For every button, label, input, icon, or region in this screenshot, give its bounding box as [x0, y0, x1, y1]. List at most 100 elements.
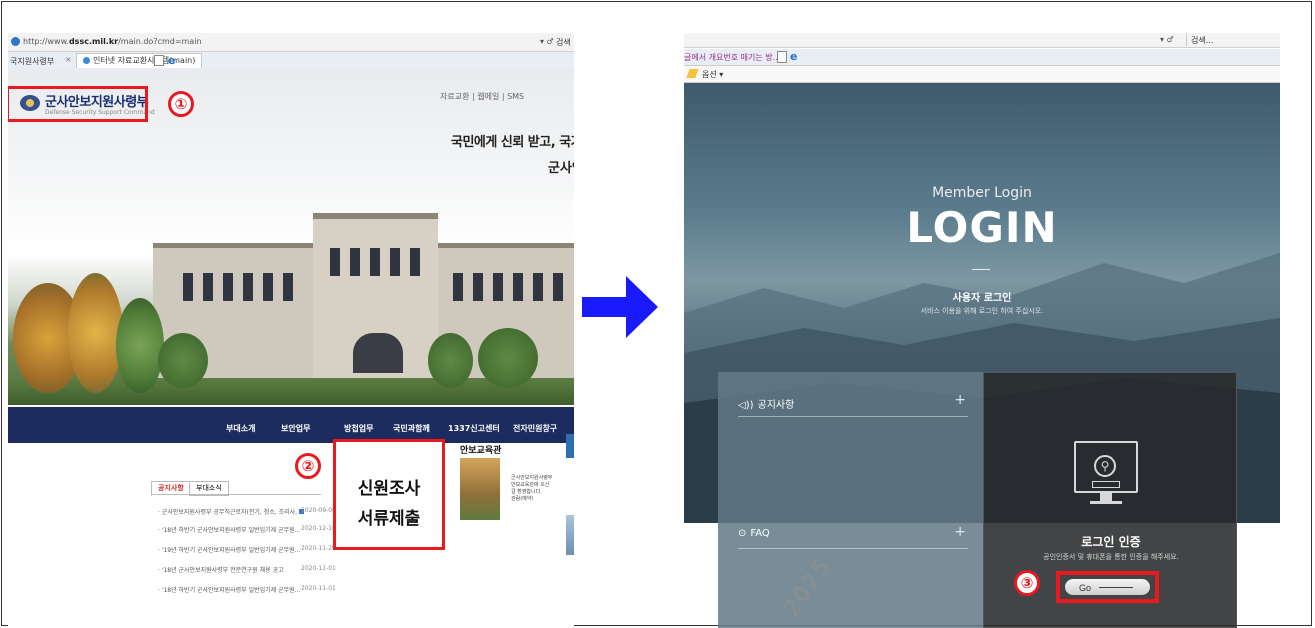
refresh-icon[interactable]: ▾ ♂: [540, 37, 554, 46]
user-login-label: 사용자 로그인: [952, 293, 1012, 304]
nav-item[interactable]: 국민과함께: [393, 423, 430, 434]
marker-3: ③: [1014, 570, 1040, 596]
speaker-icon: ◁)): [738, 400, 754, 411]
edu-center-title[interactable]: 안보교육관: [460, 443, 501, 456]
address-bar[interactable]: http://www.dssc.mil.kr/main.do?cmd=main …: [8, 33, 574, 52]
tab-previous[interactable]: 글에서 개요번호 매기는 방...: [684, 52, 780, 63]
marker-1: ①: [168, 91, 194, 117]
search-box[interactable]: 검색...: [1191, 35, 1213, 46]
user-icon: ⚲: [1094, 455, 1116, 477]
plus-icon[interactable]: +: [954, 392, 966, 408]
window: [453, 273, 463, 301]
window: [263, 273, 273, 301]
info-panel: ◁)) 공지사항 + ⊙ FAQ +: [718, 372, 983, 628]
divider: [972, 269, 990, 270]
nav-item[interactable]: 부대소개: [226, 423, 255, 434]
favicon-icon: [11, 37, 20, 46]
login-title: LOGIN: [906, 203, 1058, 252]
url-text[interactable]: http://www.dssc.mil.kr/main.do?cmd=main: [23, 37, 202, 46]
right-arrow-icon: [582, 276, 658, 338]
window: [553, 273, 563, 301]
window: [183, 273, 193, 301]
arrow-line-icon: [1099, 587, 1133, 588]
window: [330, 248, 340, 276]
notice-date: 2020-12-16: [301, 525, 336, 532]
nav-item[interactable]: 방첩업무: [344, 423, 373, 434]
chat-icon: ⊙: [738, 528, 747, 539]
cert-login-desc: 공인인증서 및 휴대폰을 통한 인증을 해주세요.: [1043, 553, 1179, 561]
plus-icon[interactable]: +: [954, 524, 966, 540]
main-nav: 부대소개 보안업무 방첩업무 국민과함께 1337신고센터 전자민원창구: [8, 407, 574, 443]
nav-item[interactable]: 전자민원창구: [513, 423, 557, 434]
divider: [151, 494, 321, 495]
tab-bar: 국지원사령부 × 인터넷 자료교환시스템(main) e: [8, 52, 574, 70]
window: [283, 273, 293, 301]
faq-label: FAQ: [750, 528, 770, 539]
nav-item[interactable]: 1337신고센터: [448, 423, 500, 434]
window: [243, 273, 253, 301]
notice-item[interactable]: · '18년 군사안보지원사령부 전문연구원 채용 공고: [158, 565, 284, 574]
refresh-icon[interactable]: ▾ ♂: [1160, 35, 1174, 44]
notice-date: 2020-11-29: [301, 545, 336, 552]
address-bar[interactable]: ▾ ♂ 검색...: [684, 33, 1280, 48]
tree: [428, 333, 473, 388]
login-hint: 서비스 이용을 위해 로그인 하여 주십시오.: [920, 307, 1044, 315]
window: [473, 273, 483, 301]
top-links[interactable]: 자료교환 | 웹메일 | SMS: [440, 91, 524, 102]
left-screenshot: http://www.dssc.mil.kr/main.do?cmd=main …: [8, 33, 574, 628]
notice-label: 공지사항: [757, 400, 795, 411]
notice-date: 2020-11-01: [301, 585, 336, 592]
new-tab-button[interactable]: [777, 51, 787, 63]
right-screenshot: ▾ ♂ 검색... 글에서 개요번호 매기는 방... e 옵션 ▾ Membe…: [684, 33, 1280, 628]
callout-line-2: 서류제출: [357, 509, 421, 529]
ie-icon: [83, 57, 90, 64]
building-entrance: [353, 333, 403, 373]
notice-item[interactable]: · 군사안보지원사령부 공무직근로자(전기, 청소, 조리사,: [158, 507, 305, 516]
nav-item[interactable]: 보안업무: [281, 423, 310, 434]
notice-date: 2020-11-01: [301, 565, 336, 572]
slogan-line-2: 군사안: [548, 161, 574, 176]
tree: [68, 273, 123, 393]
window: [493, 273, 503, 301]
tree: [158, 333, 208, 388]
callout-document-submit[interactable]: 신원조사 서류제출: [333, 439, 445, 550]
window: [513, 273, 523, 301]
new-tab-button[interactable]: [154, 55, 164, 66]
ie-logo-icon: e: [168, 54, 176, 67]
close-icon[interactable]: ×: [65, 55, 72, 64]
window: [350, 248, 360, 276]
tree: [478, 328, 538, 388]
member-login-label: Member Login: [932, 185, 1032, 201]
monitor-base: [1090, 501, 1122, 504]
slogan-line-1: 국민에게 신뢰 받고, 국가안보: [451, 135, 574, 150]
side-image[interactable]: [566, 515, 574, 555]
pen-icon: [686, 69, 699, 78]
notice-item[interactable]: · '18년 하반기 군사안보지원사령부 일반임기제 군무원...: [158, 585, 300, 594]
notice-item[interactable]: · '19년 하반기 군사안보지원사령부 일반임기제 군무원...: [158, 545, 300, 554]
highlight-box-logo: [8, 86, 148, 122]
options-menu[interactable]: 옵션 ▾: [702, 69, 723, 80]
highlight-box-go: Go: [1056, 571, 1159, 603]
edu-center-desc: 군사안보지원사령부 안보교육관에 오신 걸 환영합니다. 관람(예약): [511, 475, 553, 502]
notice-item[interactable]: · '18년 하반기 군사안보지원사령부 일반임기제 군무원...: [158, 525, 300, 534]
tab-previous[interactable]: 국지원사령부: [10, 56, 54, 67]
callout-line-1: 신원조사: [357, 479, 421, 499]
notice-date: 2020-09-08: [301, 507, 336, 514]
monitor-stand: [1100, 493, 1112, 501]
window: [203, 273, 213, 301]
ie-logo-icon: e: [790, 50, 798, 63]
tab-bar: 글에서 개요번호 매기는 방... e: [684, 49, 1280, 66]
faq-row[interactable]: ⊙ FAQ +: [738, 522, 968, 549]
tree: [116, 298, 164, 393]
edu-center-image[interactable]: [460, 458, 500, 520]
search-box[interactable]: 검색: [556, 37, 571, 48]
window: [370, 248, 380, 276]
marker-2: ②: [295, 453, 321, 479]
options-toolbar: 옵션 ▾: [684, 66, 1280, 83]
tab-active[interactable]: 인터넷 자료교환시스템(main): [76, 53, 203, 68]
go-button[interactable]: Go: [1065, 579, 1150, 595]
cert-login-title: 로그인 인증: [1081, 535, 1141, 549]
notice-row[interactable]: ◁)) 공지사항 +: [738, 390, 968, 417]
window: [410, 248, 420, 276]
side-banner[interactable]: [566, 434, 574, 458]
